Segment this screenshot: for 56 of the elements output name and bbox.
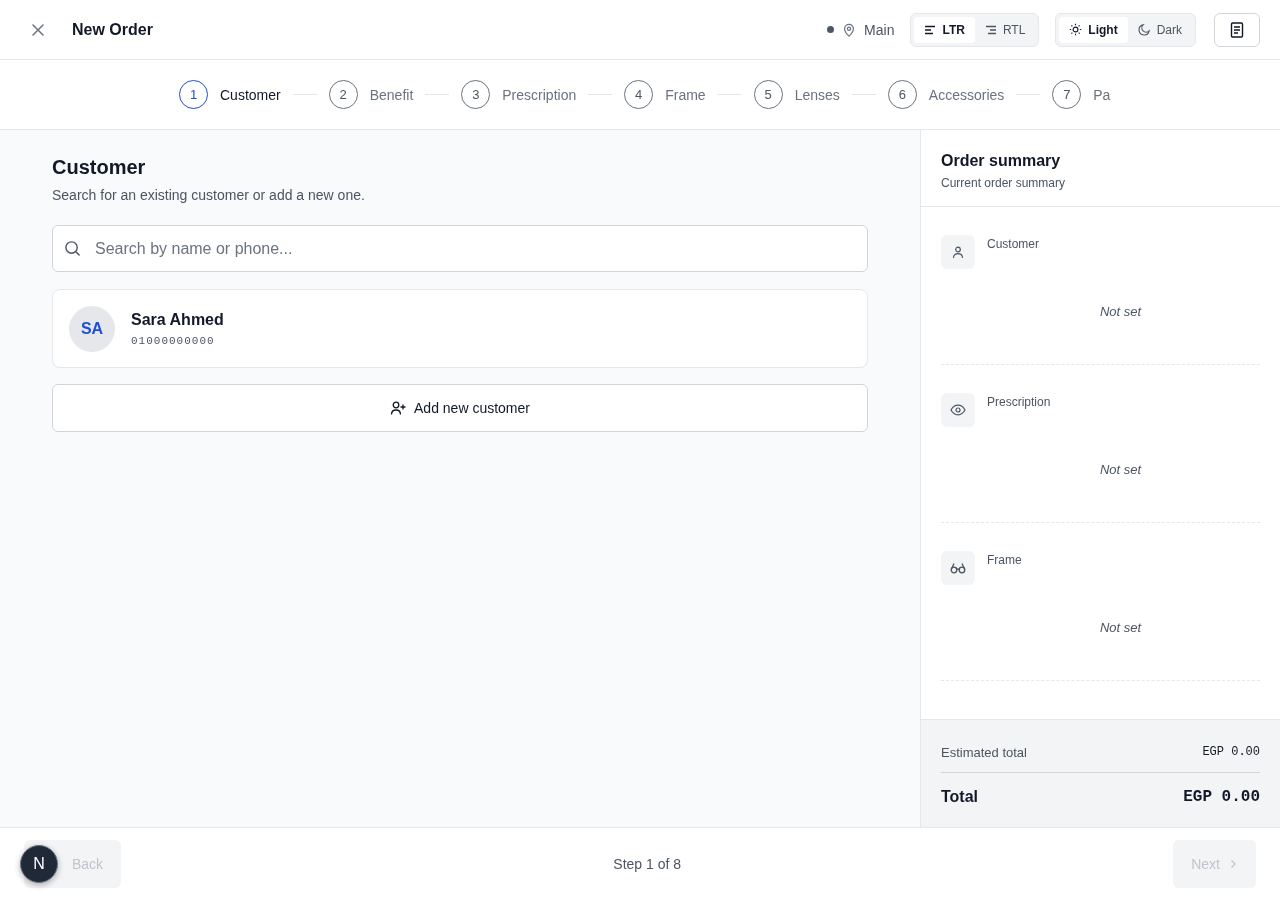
step-tab[interactable]: 5 Lenses [753, 80, 840, 109]
step-label: Benefit [369, 86, 414, 103]
location-pin-icon [842, 22, 857, 37]
avatar-initials: SA [69, 305, 115, 352]
search-icon [64, 240, 81, 257]
step-label: Prescription [502, 86, 577, 103]
section-subtitle: Search for an existing customer or add a new one. [52, 187, 366, 203]
add-customer-button[interactable]: Add new customer [52, 384, 868, 432]
summary-item-label: Prescription [987, 395, 1051, 409]
step-counter: Step 1 of 8 [613, 856, 681, 872]
estimated-total-label: Estimated total [941, 744, 1027, 760]
step-label: Pa [1093, 86, 1111, 103]
step-tab[interactable]: 6 Accessories [887, 80, 1005, 109]
search-field[interactable]: Search by name or phone... [52, 225, 868, 272]
person-icon [951, 245, 965, 259]
step-tab[interactable]: 3 Prescription [461, 80, 577, 109]
step-label: Customer [220, 86, 281, 103]
summary-subtitle: Current order summary [941, 176, 1067, 190]
summary-item-value: Not set [1099, 620, 1142, 635]
align-left-icon [924, 23, 937, 36]
page-title: New Order [72, 20, 153, 39]
summary-item-label: Customer [987, 237, 1039, 251]
eye-icon [950, 404, 966, 416]
summary-title: Order summary [941, 152, 1062, 170]
step-tab[interactable]: 2 Benefit [328, 80, 414, 109]
theme-option[interactable]: Dark [1127, 16, 1192, 43]
estimated-total-value: EGP 0.00 [1202, 745, 1260, 759]
location-label: Main [864, 21, 895, 38]
glasses-icon [950, 562, 966, 574]
summary-item-label: Frame [987, 553, 1022, 567]
customer-phone: 01000000000 [131, 334, 216, 347]
align-right-icon [984, 23, 997, 36]
step-label: Lenses [794, 86, 840, 103]
chevron-right-icon [1228, 859, 1238, 869]
step-label: Frame [665, 86, 706, 103]
direction-option[interactable]: RTL [974, 16, 1036, 43]
step-tab[interactable]: 4 Frame [624, 80, 706, 109]
moon-icon [1137, 23, 1151, 36]
receipt-button[interactable] [1214, 12, 1260, 47]
close-icon [30, 21, 46, 38]
status-dot [827, 26, 835, 33]
sun-icon [1069, 23, 1083, 36]
summary-item-value: Not set [1099, 462, 1142, 477]
total-label: Total [941, 788, 979, 806]
customer-card[interactable]: SA Sara Ahmed 01000000000 [52, 289, 868, 368]
theme-option[interactable]: Light [1059, 16, 1128, 43]
customer-name: Sara Ahmed [131, 310, 224, 329]
direction-option[interactable]: LTR [914, 16, 975, 43]
step-tab[interactable]: 7 Pa [1052, 80, 1111, 109]
total-value: EGP 0.00 [1183, 788, 1260, 806]
step-label: Accessories [928, 86, 1005, 103]
receipt-icon [1230, 21, 1244, 38]
user-plus-icon [390, 400, 406, 416]
step-tab[interactable]: 1 Customer [179, 80, 281, 109]
summary-item-value: Not set [1099, 304, 1142, 319]
section-title: Customer [52, 156, 147, 179]
